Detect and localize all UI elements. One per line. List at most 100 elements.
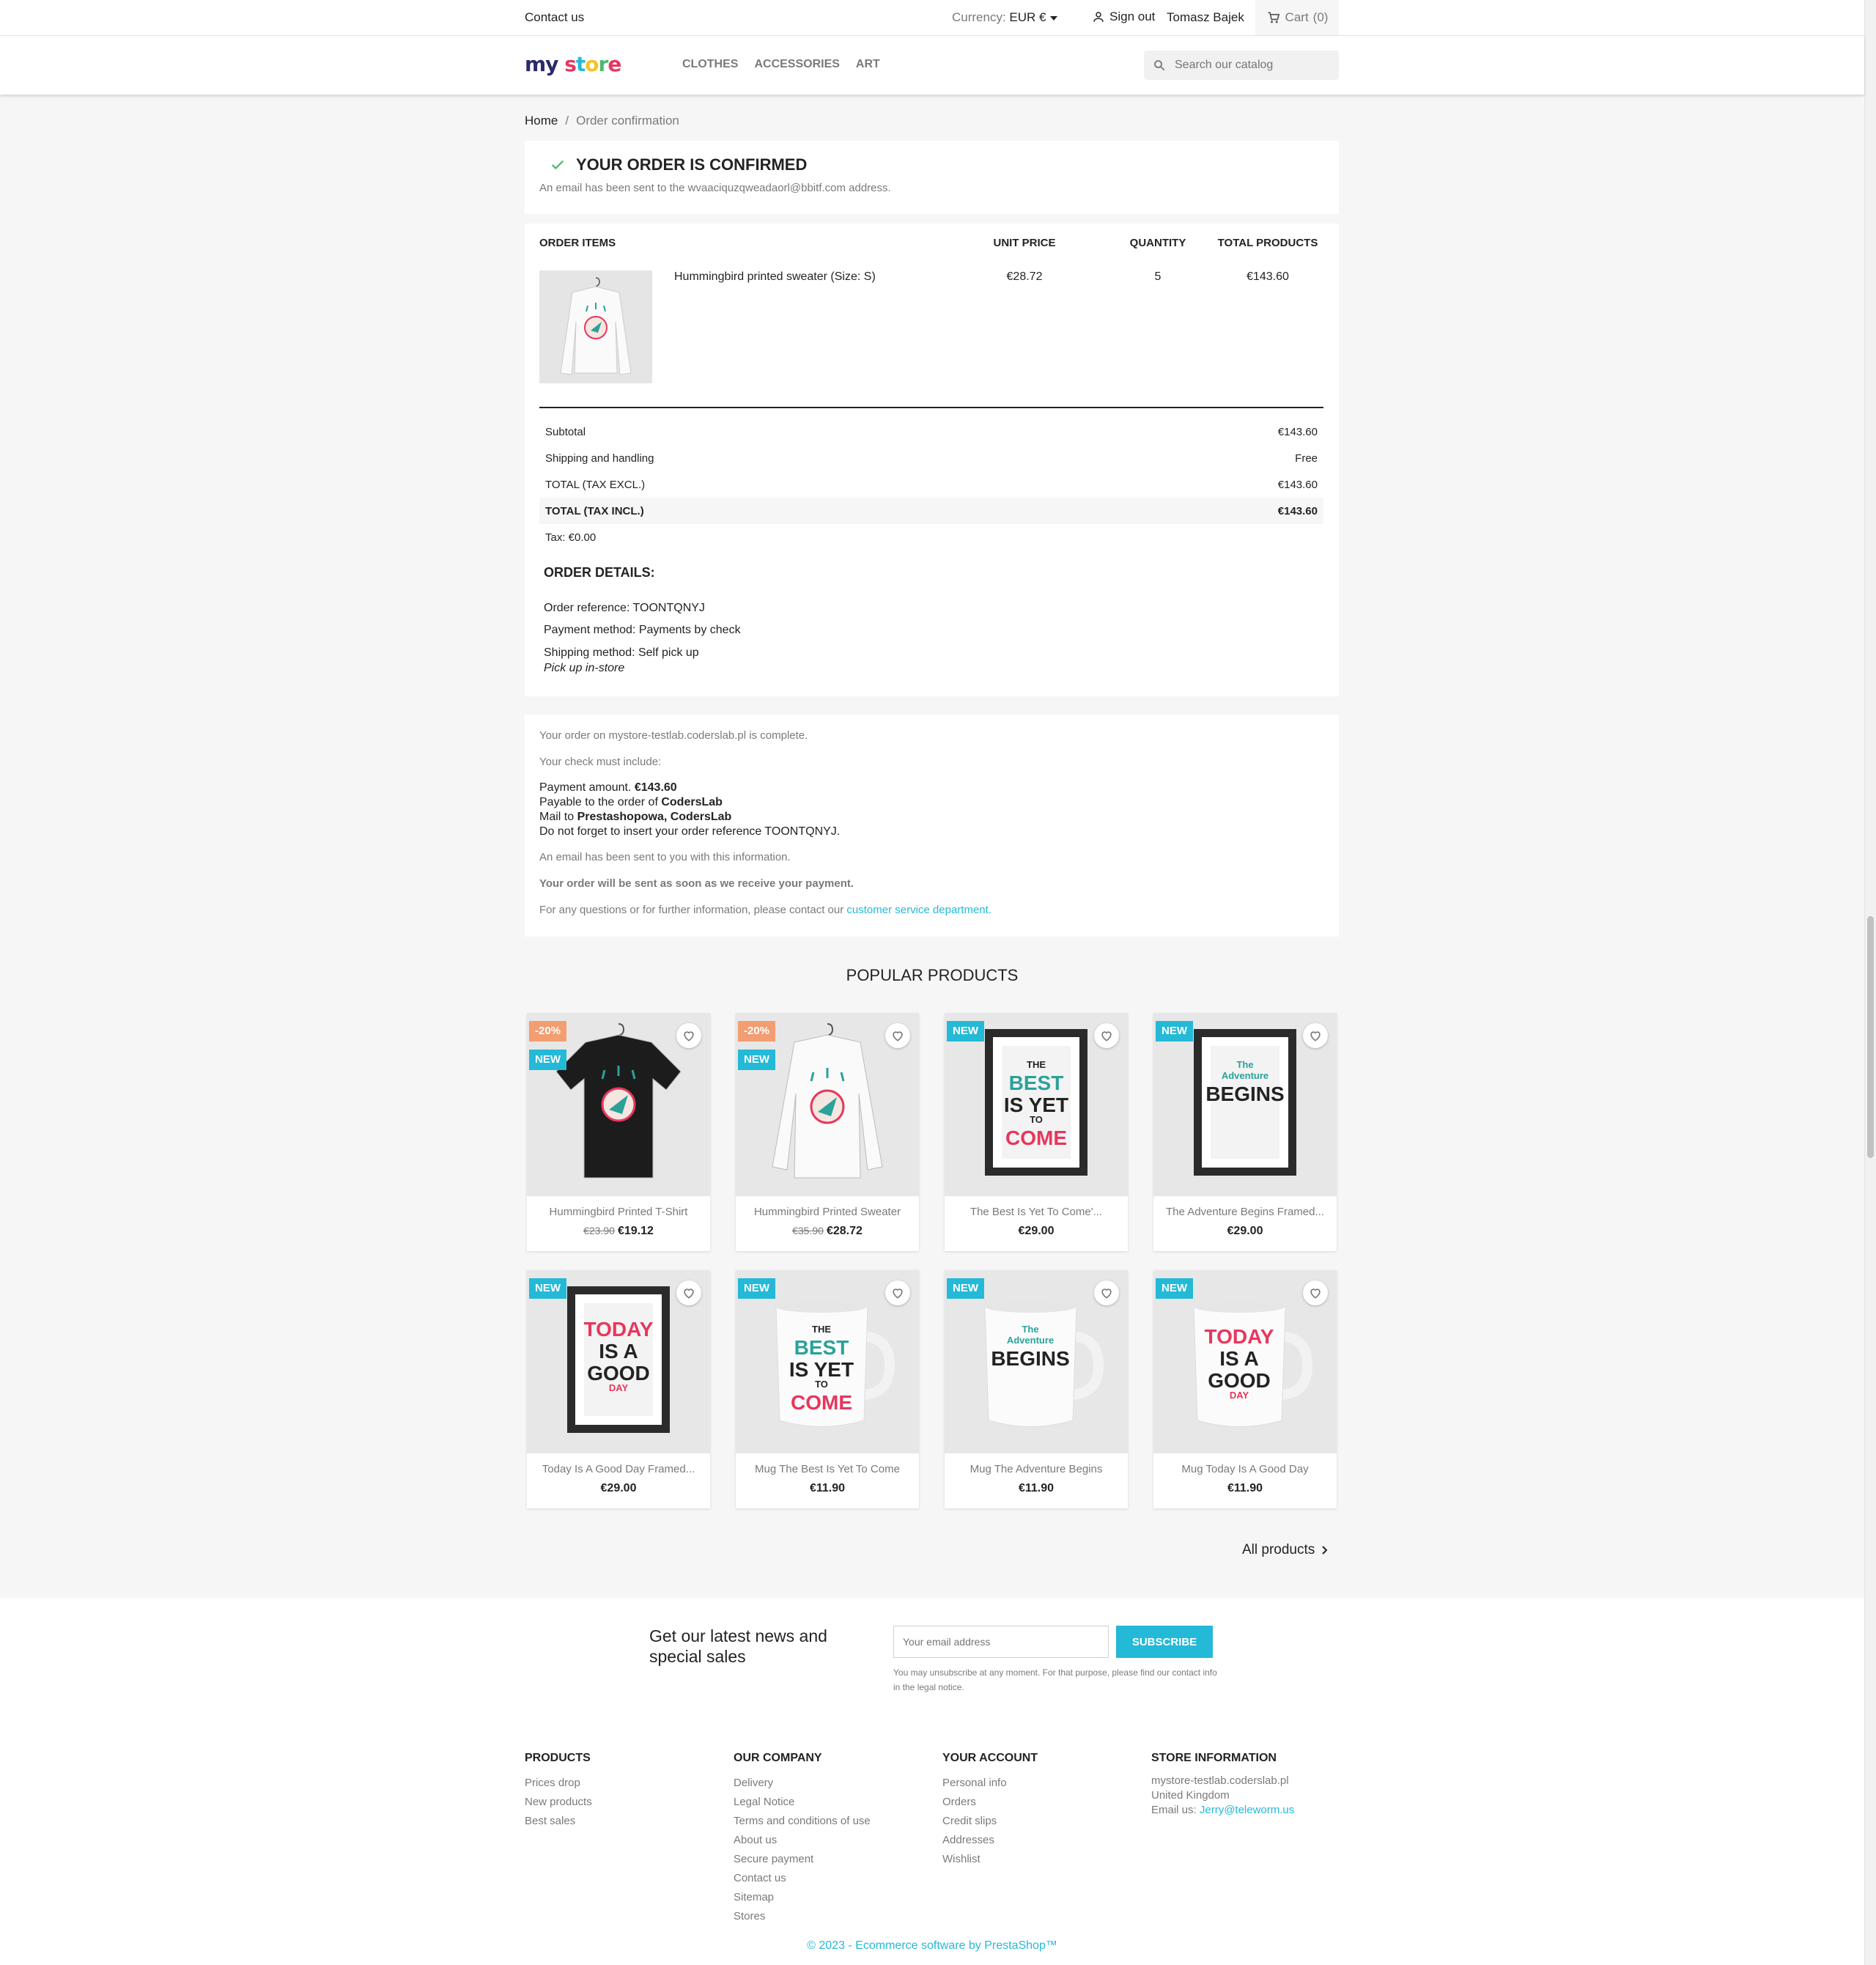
svg-text:GOOD: GOOD	[1208, 1369, 1271, 1392]
order-reference: Order reference: TOONTQNYJ	[544, 602, 705, 614]
footer-link-addresses[interactable]: Addresses	[942, 1831, 1038, 1850]
discount-badge: -20%	[529, 1021, 567, 1042]
svg-text:IS YET: IS YET	[789, 1358, 854, 1381]
all-products-link[interactable]: All products	[1242, 1542, 1329, 1558]
customer-service-link[interactable]: customer service department.	[846, 904, 991, 916]
svg-text:THE: THE	[812, 1324, 831, 1335]
product-name[interactable]: The Adventure Begins Framed...	[1153, 1206, 1337, 1218]
wishlist-heart-icon[interactable]	[885, 1280, 910, 1305]
footer-link-credit-slips[interactable]: Credit slips	[942, 1812, 1038, 1831]
account-name-link[interactable]: Tomasz Bajek	[1167, 10, 1244, 25]
shipping-row: Shipping and handling Free	[539, 445, 1323, 471]
footer-link-stores[interactable]: Stores	[734, 1907, 871, 1926]
product-card[interactable]: TODAY IS A GOOD DAY NEW Today Is A Good Day F…	[527, 1270, 710, 1508]
nav-clothes[interactable]: CLOTHES	[682, 58, 738, 71]
nav-art[interactable]: ART	[856, 58, 880, 71]
footer-link-secure-payment[interactable]: Secure payment	[734, 1850, 871, 1869]
footer-link-orders[interactable]: Orders	[942, 1793, 1038, 1812]
newsletter-note: You may unsubscribe at any moment. For t…	[893, 1667, 1217, 1692]
product-name[interactable]: The Best Is Yet To Come'...	[945, 1206, 1128, 1218]
footer-link-sitemap[interactable]: Sitemap	[734, 1888, 871, 1907]
chevron-right-icon	[1322, 1546, 1328, 1555]
payment-method: Payment method: Payments by check	[544, 624, 741, 636]
contact-us-link[interactable]: Contact us	[525, 10, 584, 25]
product-card[interactable]: THE BEST IS YET TO COME NEW Mug The Best Is Ye…	[736, 1270, 919, 1508]
currency-selector[interactable]: Currency: EUR €	[952, 10, 1057, 25]
footer-link-contact-us[interactable]: Contact us	[734, 1869, 871, 1888]
product-name[interactable]: Hummingbird Printed Sweater	[736, 1206, 919, 1218]
store-country: United Kingdom	[1151, 1789, 1230, 1802]
footer-link-personal-info[interactable]: Personal info	[942, 1774, 1038, 1793]
footer-products-title: PRODUCTS	[525, 1752, 591, 1764]
store-email-link[interactable]: Jerry@teleworm.us	[1200, 1804, 1294, 1816]
tax-label: Tax: €0.00	[545, 531, 597, 544]
page-scrollbar[interactable]	[1864, 0, 1876, 1965]
cart-button[interactable]: Cart (0)	[1255, 0, 1339, 35]
header-total-products: TOTAL PRODUCTS	[1217, 237, 1318, 249]
product-name[interactable]: Mug Today Is A Good Day	[1153, 1463, 1337, 1475]
search-icon[interactable]	[1153, 59, 1166, 72]
svg-text:COME: COME	[791, 1391, 852, 1414]
svg-text:The: The	[1022, 1324, 1038, 1335]
currency-label: Currency:	[952, 10, 1006, 24]
footer-link-best-sales[interactable]: Best sales	[525, 1812, 592, 1831]
footer-link-legal-notice[interactable]: Legal Notice	[734, 1793, 871, 1812]
product-card[interactable]: THE BEST IS YET TO COME NEW The Best Is Yet To…	[945, 1013, 1128, 1251]
product-price-line: €11.90	[736, 1482, 919, 1495]
svg-text:THE: THE	[1027, 1059, 1046, 1070]
tax-row: Tax: €0.00	[539, 524, 1323, 550]
order-item-image[interactable]	[539, 270, 652, 383]
subscribe-button[interactable]: SUBSCRIBE	[1116, 1626, 1213, 1658]
wishlist-heart-icon[interactable]	[1094, 1023, 1119, 1048]
wishlist-heart-icon[interactable]	[885, 1023, 910, 1048]
order-item-name[interactable]: Hummingbird printed sweater (Size: S)	[674, 270, 876, 284]
product-name[interactable]: Hummingbird Printed T-Shirt	[527, 1206, 710, 1218]
svg-text:BEGINS: BEGINS	[1205, 1083, 1284, 1105]
wishlist-heart-icon[interactable]	[1094, 1280, 1119, 1305]
product-card[interactable]: -20% NEW Hummingbird Printed T-Shirt €23.90…	[527, 1013, 710, 1251]
wishlist-heart-icon[interactable]	[1303, 1280, 1328, 1305]
svg-text:DAY: DAY	[609, 1382, 629, 1393]
footer-link-about-us[interactable]: About us	[734, 1831, 871, 1850]
footer-link-wishlist[interactable]: Wishlist	[942, 1850, 1038, 1869]
order-item-unit-price: €28.72	[1006, 270, 1043, 283]
product-card[interactable]: The Adventure BEGINS NEW The Adventure Begin…	[1153, 1013, 1337, 1251]
header-quantity: QUANTITY	[1129, 237, 1186, 249]
breadcrumb-home[interactable]: Home	[525, 114, 558, 128]
scrollbar-thumb[interactable]	[1867, 916, 1874, 1158]
footer-store-title: STORE INFORMATION	[1151, 1752, 1277, 1764]
product-name[interactable]: Today Is A Good Day Framed...	[527, 1463, 710, 1475]
breadcrumb-separator: /	[565, 114, 569, 128]
product-name[interactable]: Mug The Best Is Yet To Come	[736, 1463, 919, 1475]
main-nav: CLOTHES ACCESSORIES ART	[682, 58, 880, 71]
payment-amount-value: €143.60	[634, 781, 677, 794]
newsletter-email-input[interactable]	[893, 1626, 1109, 1658]
shipping-value: Free	[1295, 451, 1318, 465]
product-price-line: €29.00	[527, 1482, 710, 1495]
wishlist-heart-icon[interactable]	[1303, 1023, 1328, 1048]
footer-store-column: STORE INFORMATION mystore-testlab.coders…	[1151, 1752, 1294, 1818]
product-card[interactable]: TODAY IS A GOOD DAY NEW Mug Today Is A Good D…	[1153, 1270, 1337, 1508]
svg-text:BEST: BEST	[794, 1336, 849, 1359]
search-input[interactable]	[1175, 59, 1321, 72]
product-card[interactable]: The Adventure BEGINS NEW Mug The Adventure B…	[945, 1270, 1128, 1508]
nav-accessories[interactable]: ACCESSORIES	[754, 58, 839, 71]
product-old-price: €35.90	[792, 1225, 824, 1236]
footer-link-delivery[interactable]: Delivery	[734, 1774, 871, 1793]
mail-to-value: Prestashopowa, CodersLab	[577, 811, 732, 823]
new-badge: NEW	[1156, 1021, 1193, 1042]
footer-link-terms[interactable]: Terms and conditions of use	[734, 1812, 871, 1831]
footer-link-new-products[interactable]: New products	[525, 1793, 592, 1812]
wishlist-heart-icon[interactable]	[676, 1023, 701, 1048]
wishlist-heart-icon[interactable]	[676, 1280, 701, 1305]
confirmation-email-text: An email has been sent to the wvaaciquzq…	[539, 182, 891, 194]
footer-link-prices-drop[interactable]: Prices drop	[525, 1774, 592, 1793]
product-card[interactable]: -20% NEW Hummingbird Printed Sweater €35.90…	[736, 1013, 919, 1251]
payment-amount-label: Payment amount.	[539, 781, 632, 794]
product-name[interactable]: Mug The Adventure Begins	[945, 1463, 1128, 1475]
store-logo[interactable]: my store	[525, 52, 621, 76]
sign-out-link[interactable]: Sign out	[1092, 10, 1155, 24]
product-price-line: €29.00	[1153, 1225, 1337, 1238]
breadcrumb: Home / Order confirmation	[525, 114, 679, 128]
copyright-link[interactable]: © 2023 - Ecommerce software by PrestaSho…	[0, 1939, 1864, 1953]
